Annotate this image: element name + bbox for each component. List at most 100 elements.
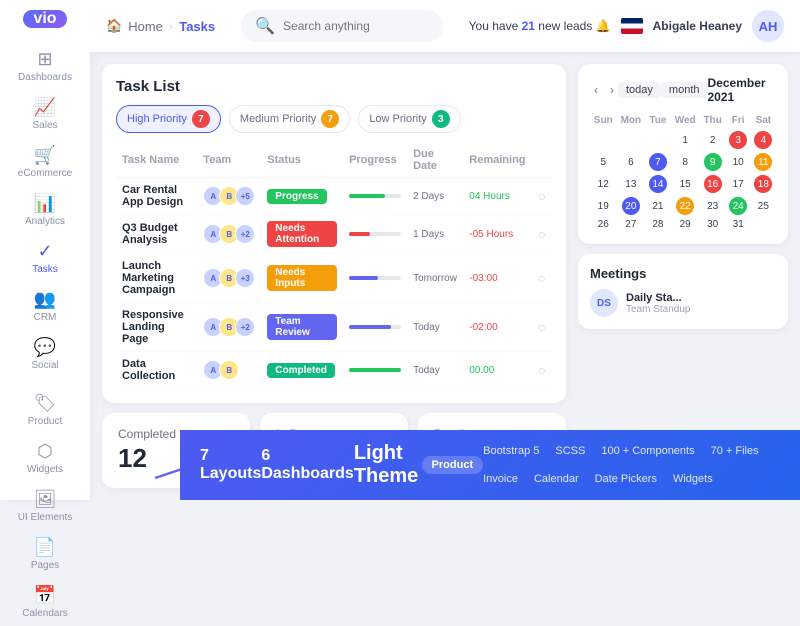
high-priority-badge: 7: [192, 110, 210, 128]
cal-today-btn[interactable]: today: [618, 82, 661, 98]
sidebar-item-ecommerce[interactable]: 🛒 eCommerce: [0, 138, 90, 186]
sidebar-item-product[interactable]: 🏷 Product: [0, 386, 90, 434]
check-icon: ○: [538, 362, 546, 378]
priority-tabs: High Priority 7 Medium Priority 7 Low Pr…: [116, 105, 552, 133]
sidebar-item-tasks[interactable]: ✓ Tasks: [0, 234, 90, 282]
table-row[interactable]: Launch Marketing Campaign AB+3 Needs Inp…: [116, 254, 552, 303]
promo-scss: SCSS: [555, 445, 585, 457]
pages-icon: 📄: [34, 537, 56, 558]
sidebar-label-analytics: Analytics: [25, 216, 65, 227]
meetings-title: Meetings: [590, 266, 776, 281]
progress-bar-wrap: [349, 276, 401, 280]
ecommerce-icon: 🛒: [34, 145, 56, 166]
search-input[interactable]: [283, 19, 429, 33]
cal-day[interactable]: 20: [616, 195, 645, 217]
cal-day[interactable]: 8: [670, 151, 699, 173]
search-bar[interactable]: 🔍: [241, 10, 443, 42]
due-date: 1 Days: [413, 229, 444, 240]
breadcrumb-home[interactable]: Home: [128, 19, 163, 34]
cal-day: [645, 129, 670, 151]
analytics-icon: 📊: [34, 193, 56, 214]
table-row[interactable]: Responsive Landing Page AB+2 Team Review…: [116, 303, 552, 352]
cal-day[interactable]: 10: [726, 151, 751, 173]
tab-low-priority[interactable]: Low Priority 3: [358, 105, 460, 133]
cal-day[interactable]: 18: [751, 173, 776, 195]
sidebar-item-social[interactable]: 💬 Social: [0, 330, 90, 378]
progress-bar-wrap: [349, 232, 401, 236]
product-icon: 🏷: [34, 393, 57, 414]
cal-day[interactable]: 11: [751, 151, 776, 173]
cal-day[interactable]: 14: [645, 173, 670, 195]
col-remaining: Remaining: [463, 143, 531, 178]
cal-day[interactable]: 12: [590, 173, 616, 195]
cal-day[interactable]: 25: [751, 195, 776, 217]
cal-dot-highlight: 9: [704, 153, 722, 171]
cal-day[interactable]: 30: [700, 217, 726, 232]
sidebar-item-calendars[interactable]: 📅 Calendars: [0, 578, 90, 626]
sidebar-item-widgets[interactable]: ⬡ Widgets: [0, 434, 90, 482]
cal-day[interactable]: 27: [616, 217, 645, 232]
language-flag[interactable]: [621, 18, 643, 34]
cal-day[interactable]: 9: [700, 151, 726, 173]
cal-day[interactable]: 7: [645, 151, 670, 173]
sidebar-item-dashboards[interactable]: ⊞ Dashboards: [0, 42, 90, 90]
check-icon: ○: [538, 270, 546, 286]
table-row[interactable]: Data Collection AB Completed Today 00:00…: [116, 352, 552, 389]
cal-day[interactable]: 21: [645, 195, 670, 217]
table-row[interactable]: Q3 Budget Analysis AB+2 Needs Attention …: [116, 215, 552, 254]
cal-day[interactable]: 28: [645, 217, 670, 232]
cal-day[interactable]: 5: [590, 151, 616, 173]
status-badge: Progress: [267, 189, 326, 204]
cal-day[interactable]: 17: [726, 173, 751, 195]
task-name: Car Rental App Design: [122, 184, 183, 208]
sidebar-item-pages[interactable]: 📄 Pages: [0, 530, 90, 578]
cal-day[interactable]: 22: [670, 195, 699, 217]
cal-month-btn[interactable]: month: [661, 82, 708, 98]
cal-day-header: Thu: [700, 112, 726, 129]
sidebar-item-ui-elements[interactable]: 🖼 UI Elements: [0, 482, 90, 530]
task-name: Data Collection: [122, 358, 175, 382]
cal-day[interactable]: 6: [616, 151, 645, 173]
tab-high-priority[interactable]: High Priority 7: [116, 105, 221, 133]
cal-day-header: Mon: [616, 112, 645, 129]
social-icon: 💬: [34, 337, 56, 358]
cal-prev-btn[interactable]: ‹: [590, 81, 602, 99]
cal-day[interactable]: 2: [700, 129, 726, 151]
due-date: Today: [413, 322, 440, 333]
meeting-name: Daily Sta...: [626, 292, 691, 304]
promo-product: Product: [422, 456, 484, 474]
cal-day[interactable]: 29: [670, 217, 699, 232]
tab-medium-label: Medium Priority: [240, 113, 316, 125]
sidebar-label-sales: Sales: [32, 120, 57, 131]
cal-day[interactable]: 23: [700, 195, 726, 217]
tab-low-label: Low Priority: [369, 113, 426, 125]
cal-day[interactable]: 1: [670, 129, 699, 151]
breadcrumb-current: Tasks: [179, 19, 215, 34]
home-icon: 🏠: [106, 18, 122, 34]
cal-next-btn[interactable]: ›: [606, 81, 618, 99]
due-date: Today: [413, 365, 440, 376]
cal-day[interactable]: 15: [670, 173, 699, 195]
team-avatars: AB+5: [203, 186, 255, 206]
sidebar-item-analytics[interactable]: 📊 Analytics: [0, 186, 90, 234]
dashboards-icon: ⊞: [37, 49, 52, 70]
calendar-nav: ‹ ›: [590, 81, 618, 99]
sidebar-label-tasks: Tasks: [32, 264, 58, 275]
search-icon: 🔍: [255, 16, 275, 36]
cal-day[interactable]: 4: [751, 129, 776, 151]
tab-medium-priority[interactable]: Medium Priority 7: [229, 105, 350, 133]
promo-components: 100 + Components: [601, 445, 694, 457]
sidebar-item-crm[interactable]: 👥 CRM: [0, 282, 90, 330]
cal-day[interactable]: 19: [590, 195, 616, 217]
content-area: Task List High Priority 7 Medium Priorit…: [90, 52, 800, 500]
cal-day[interactable]: 26: [590, 217, 616, 232]
widgets-icon: ⬡: [37, 441, 53, 462]
sidebar-item-sales[interactable]: 📈 Sales: [0, 90, 90, 138]
table-row[interactable]: Car Rental App Design AB+5 Progress 2 Da…: [116, 178, 552, 215]
cal-day[interactable]: 3: [726, 129, 751, 151]
cal-day[interactable]: 24: [726, 195, 751, 217]
cal-day[interactable]: 31: [726, 217, 751, 232]
cal-day[interactable]: 16: [700, 173, 726, 195]
calendar-card: ‹ › today month December 2021 SunMonTueW…: [578, 64, 788, 244]
cal-day[interactable]: 13: [616, 173, 645, 195]
